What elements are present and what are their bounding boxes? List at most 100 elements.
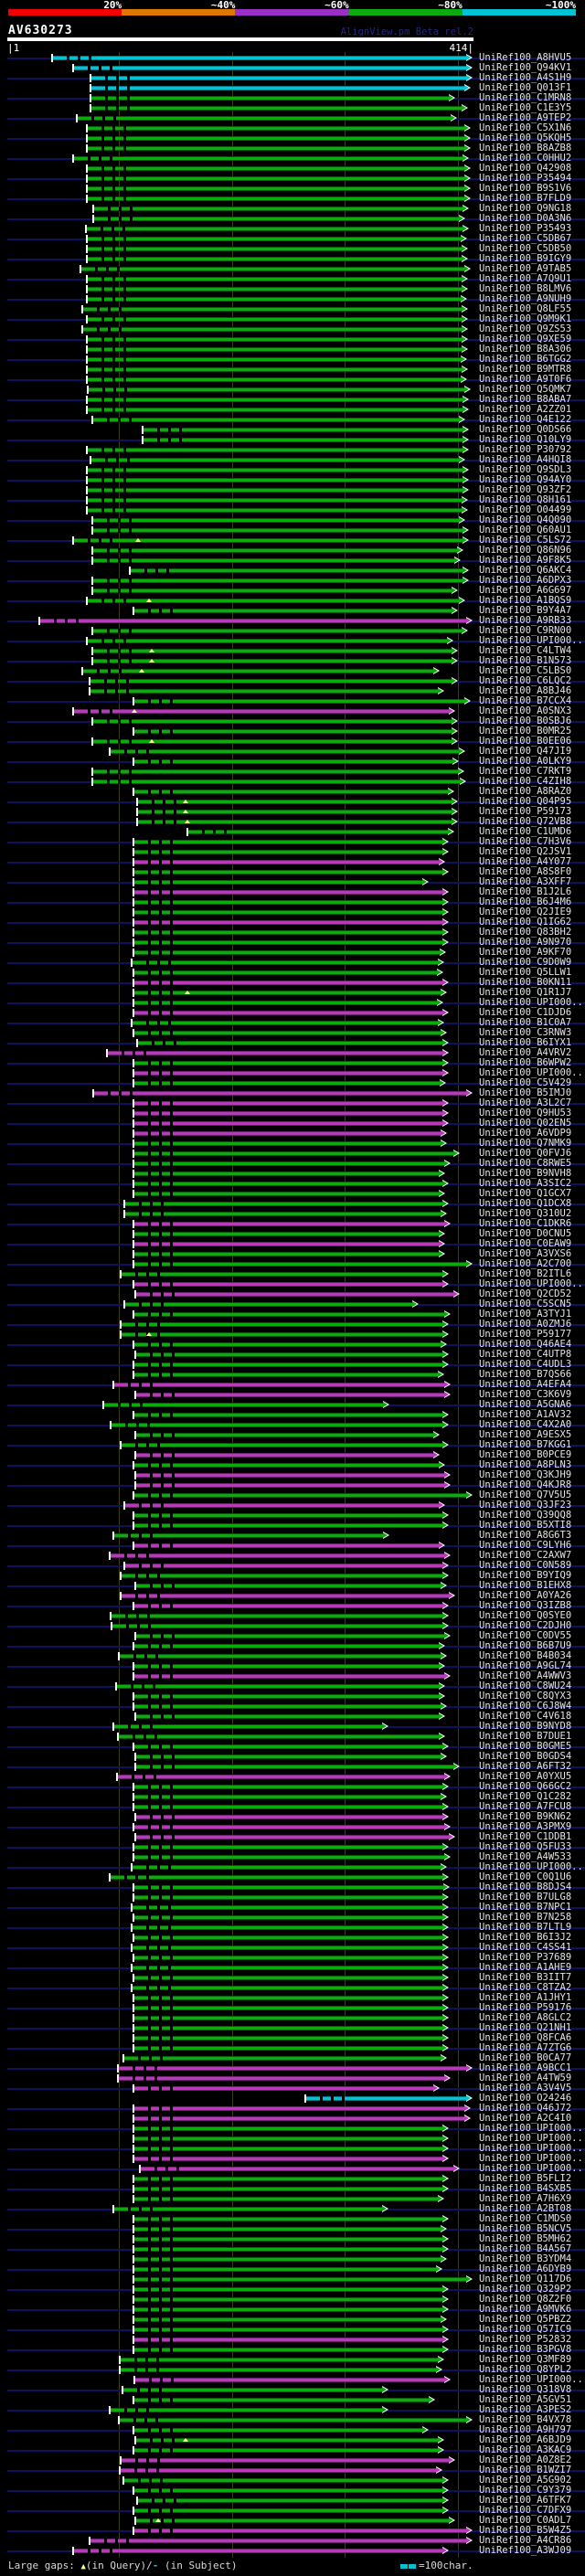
alignment-bar[interactable] <box>133 1009 449 1017</box>
alignment-bar[interactable] <box>81 325 468 334</box>
alignment-bar[interactable] <box>91 717 458 726</box>
alignment-bar[interactable] <box>133 979 449 987</box>
alignment-bar[interactable] <box>134 1471 451 1479</box>
alignment-bar[interactable] <box>133 2245 449 2253</box>
alignment-bar[interactable] <box>91 526 469 535</box>
alignment-bar[interactable] <box>133 1692 445 1701</box>
alignment-bar[interactable] <box>134 1763 460 1771</box>
alignment-bar[interactable] <box>133 1129 447 1138</box>
alignment-bar[interactable] <box>134 2436 444 2444</box>
alignment-bar[interactable] <box>133 2376 451 2384</box>
alignment-bar[interactable] <box>86 476 469 484</box>
alignment-bar[interactable] <box>110 1421 449 1429</box>
alignment-bar[interactable] <box>131 1984 449 1992</box>
alignment-bar[interactable] <box>123 1210 447 1218</box>
alignment-bar[interactable] <box>92 215 465 223</box>
alignment-bar[interactable] <box>89 687 444 695</box>
alignment-bar[interactable] <box>133 2285 449 2294</box>
alignment-bar[interactable] <box>86 406 469 414</box>
alignment-bar[interactable] <box>133 758 459 766</box>
alignment-bar[interactable] <box>86 466 469 474</box>
alignment-bar[interactable] <box>134 1813 449 1821</box>
hit-label[interactable]: UniRef100_A3WJ09 <box>479 2546 571 2556</box>
alignment-bar[interactable] <box>133 1250 445 1258</box>
alignment-bar[interactable] <box>122 2386 388 2394</box>
alignment-bar[interactable] <box>123 1300 419 1309</box>
alignment-bar[interactable] <box>133 908 449 917</box>
alignment-bar[interactable] <box>133 2255 447 2263</box>
alignment-bar[interactable] <box>133 2326 449 2334</box>
alignment-bar[interactable] <box>133 1180 449 1188</box>
alignment-bar[interactable] <box>129 567 469 575</box>
alignment-bar[interactable] <box>133 969 443 977</box>
alignment-bar[interactable] <box>72 536 469 545</box>
alignment-bar[interactable] <box>131 1964 449 1972</box>
alignment-bar[interactable] <box>133 2014 449 2022</box>
alignment-bar[interactable] <box>133 1411 449 1419</box>
alignment-bar[interactable] <box>119 2366 442 2374</box>
alignment-bar[interactable] <box>112 1381 451 1389</box>
alignment-bar[interactable] <box>133 2215 449 2223</box>
alignment-bar[interactable] <box>186 828 454 836</box>
alignment-bar[interactable] <box>89 2537 473 2545</box>
alignment-bar[interactable] <box>91 546 463 555</box>
alignment-bar[interactable] <box>111 1622 449 1630</box>
alignment-bar[interactable] <box>133 2295 449 2304</box>
alignment-bar[interactable] <box>86 376 467 384</box>
alignment-bar[interactable] <box>133 2195 444 2203</box>
alignment-bar[interactable] <box>139 2165 460 2173</box>
alignment-bar[interactable] <box>38 617 473 625</box>
alignment-bar[interactable] <box>72 2547 449 2555</box>
alignment-bar[interactable] <box>133 2306 449 2314</box>
alignment-bar[interactable] <box>133 1642 445 1650</box>
alignment-bar[interactable] <box>133 1230 445 1238</box>
alignment-bar[interactable] <box>86 446 469 454</box>
alignment-bar[interactable] <box>133 2034 449 2042</box>
alignment-bar[interactable] <box>72 64 473 72</box>
alignment-bar[interactable] <box>91 587 458 595</box>
alignment-bar[interactable] <box>133 607 458 615</box>
alignment-bar[interactable] <box>133 1843 449 1851</box>
alignment-bar[interactable] <box>133 838 449 846</box>
alignment-bar[interactable] <box>134 1753 447 1761</box>
alignment-bar[interactable] <box>134 1833 455 1841</box>
alignment-bar[interactable] <box>133 868 449 876</box>
alignment-bar[interactable] <box>86 355 467 364</box>
alignment-bar[interactable] <box>134 1632 451 1640</box>
alignment-bar[interactable] <box>86 275 468 283</box>
alignment-bar[interactable] <box>133 1672 451 1680</box>
alignment-bar[interactable] <box>133 2336 449 2344</box>
alignment-bar[interactable] <box>133 2155 449 2163</box>
alignment-bar[interactable] <box>133 697 471 705</box>
alignment-bar[interactable] <box>106 1049 449 1057</box>
alignment-bar[interactable] <box>142 436 469 444</box>
alignment-bar[interactable] <box>133 1853 451 1861</box>
alignment-bar[interactable] <box>86 366 468 374</box>
alignment-bar[interactable] <box>133 2346 449 2354</box>
alignment-bar[interactable] <box>133 1069 449 1077</box>
alignment-bar[interactable] <box>136 1039 449 1047</box>
alignment-bar[interactable] <box>133 2104 471 2113</box>
alignment-bar[interactable] <box>133 1341 447 1349</box>
alignment-bar[interactable] <box>131 959 444 967</box>
alignment-bar[interactable] <box>131 1944 449 1952</box>
alignment-bar[interactable] <box>133 1190 445 1198</box>
alignment-bar[interactable] <box>133 949 446 957</box>
alignment-bar[interactable] <box>133 1913 449 1922</box>
alignment-bar[interactable] <box>133 1803 449 1811</box>
alignment-bar[interactable] <box>133 2527 473 2535</box>
alignment-bar[interactable] <box>120 1330 449 1339</box>
alignment-bar[interactable] <box>102 1401 389 1409</box>
alignment-bar[interactable] <box>86 235 467 243</box>
alignment-bar[interactable] <box>133 1934 449 1942</box>
alignment-bar[interactable] <box>115 1682 445 1691</box>
alignment-bar[interactable] <box>133 2225 447 2233</box>
alignment-bar[interactable] <box>120 1270 449 1278</box>
alignment-bar[interactable] <box>91 737 458 746</box>
alignment-bar[interactable] <box>90 74 473 82</box>
alignment-bar[interactable] <box>86 255 468 263</box>
alignment-bar[interactable] <box>134 1290 460 1299</box>
alignment-bar[interactable] <box>116 1773 451 1781</box>
alignment-bar[interactable] <box>86 245 468 253</box>
alignment-bar[interactable] <box>90 84 471 92</box>
